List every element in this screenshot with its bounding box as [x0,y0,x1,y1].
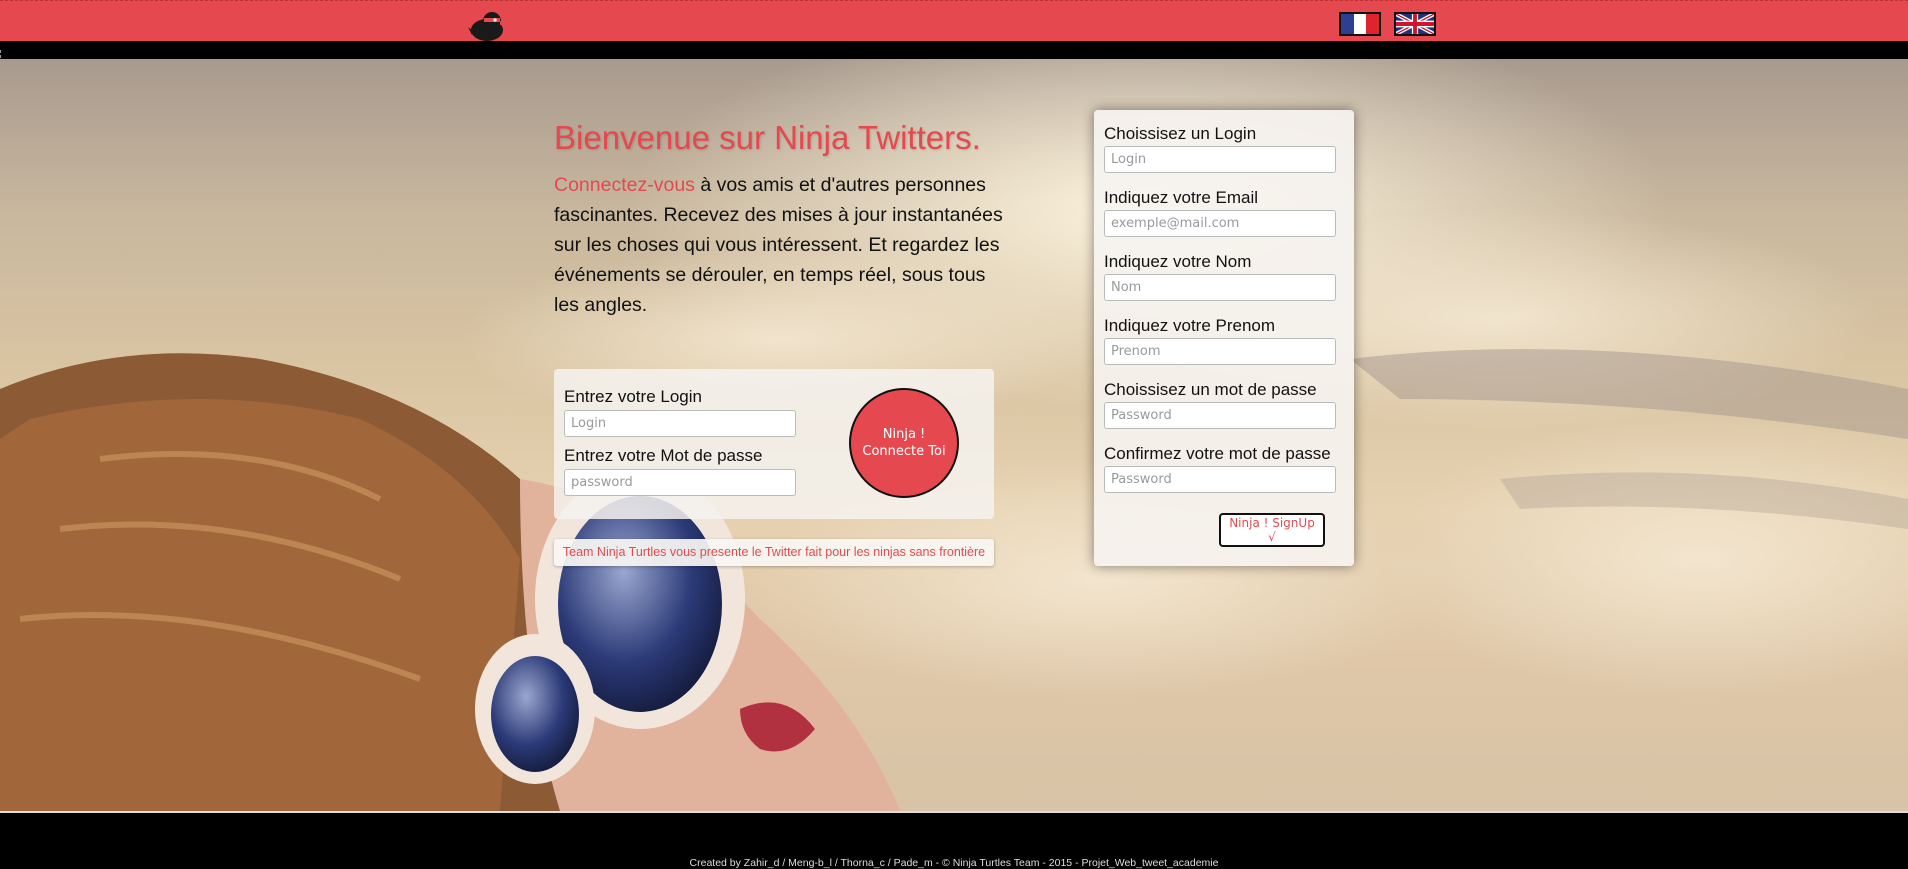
intro-highlight: Connectez-vous [554,174,695,196]
signup-login-input[interactable] [1104,146,1336,173]
signup-email-label: Indiquez votre Email [1104,188,1259,207]
signup-login-label: Choissisez un Login [1104,124,1257,143]
login-button-line2: Connecte Toi [862,444,946,459]
login-button-line1: Ninja ! [882,427,926,442]
page-title: Bienvenue sur Ninja Twitters. [554,119,981,156]
signup-password-label: Choissisez un mot de passe [1104,380,1317,399]
login-input[interactable] [564,410,796,437]
uk-flag-icon[interactable] [1394,12,1436,36]
signup-confirm-password-input[interactable] [1104,466,1336,493]
signup-firstname-input[interactable] [1104,338,1336,365]
signup-password-input[interactable] [1104,402,1336,429]
footer-credits: Created by Zahir_d / Meng-b_l / Thorna_c… [689,857,1219,869]
signup-confirm-password-label: Confirmez votre mot de passe [1104,444,1331,463]
signup-firstname-label: Indiquez votre Prenom [1104,316,1276,335]
signup-button[interactable]: Ninja ! SignUp √ [1219,513,1325,547]
login-label: Entrez votre Login [564,387,702,406]
password-input[interactable] [564,469,796,496]
login-form: Entrez votre Login Entrez votre Mot de p… [554,369,994,519]
footer: Created by Zahir_d / Meng-b_l / Thorna_c… [0,811,1908,869]
signup-form: Choissisez un Login Indiquez votre Email… [1094,110,1354,566]
ninja-bird-icon[interactable] [468,9,508,43]
signup-lastname-label: Indiquez votre Nom [1104,252,1252,271]
signup-lastname-input[interactable] [1104,274,1336,301]
password-label: Entrez votre Mot de passe [564,446,763,465]
login-button[interactable]: Ninja ! Connecte Toi [849,388,959,498]
top-navbar [0,0,1908,50]
signup-email-input[interactable] [1104,210,1336,237]
france-flag-icon[interactable] [1339,12,1381,36]
intro-paragraph: Connectez-vous à vos amis et d'autres pe… [554,170,1006,320]
team-tagline: Team Ninja Turtles vous presente le Twit… [554,539,994,566]
